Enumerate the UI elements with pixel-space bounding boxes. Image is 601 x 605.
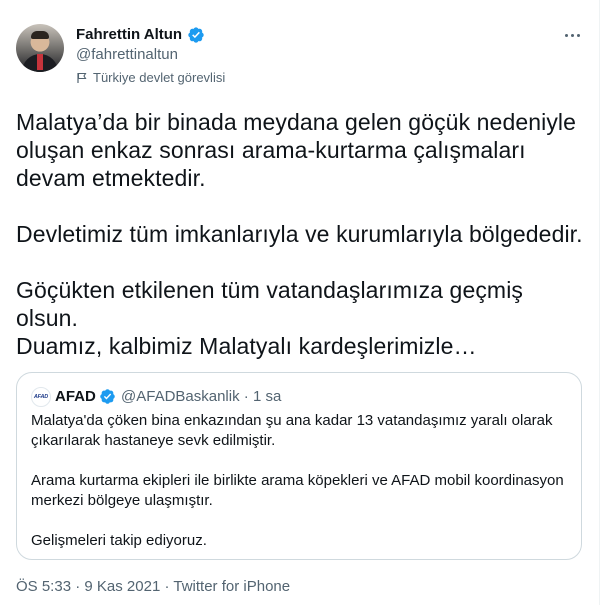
tweet-line: olsun. [16,305,78,331]
quoted-line: Arama kurtarma ekipleri ile birlikte ara… [31,472,564,489]
verified-badge-icon [100,389,115,404]
afad-logo-icon: AFAD [31,387,51,407]
quoted-author-name: AFAD [55,388,96,405]
avatar-hair [31,31,49,39]
flag-icon [77,72,87,83]
tweet-line: Devletimiz tüm imkanlarıyla ve kurumları… [16,221,583,247]
quoted-handle: @AFADBaskanlik [121,388,240,405]
tweet-source[interactable]: Twitter for iPhone [173,578,290,595]
more-options-icon[interactable] [562,28,582,42]
author-avatar[interactable] [16,24,64,72]
quoted-time: 1 sa [252,388,282,405]
tweet-line: devam etmektedir. [16,165,206,191]
tweet-line: Duamız, kalbimiz Malatyalı kardeşlerimiz… [16,333,477,359]
quoted-meta: @AFADBaskanlik · 1 sa [121,388,281,405]
quoted-tweet[interactable]: AFAD AFAD @AFADBaskanlik · 1 sa Malatya'… [16,372,582,560]
tweet-line: Malatya’da bir binada meydana gelen göçü… [16,109,577,135]
tweet-line: oluşan enkaz sonrası arama-kurtarma çalı… [16,137,526,163]
avatar-tie [37,54,43,70]
quoted-line: merkezi bölgeye ulaşmıştır. [31,492,213,509]
tweet-line: Göçükten etkilenen tüm vatandaşlarımıza … [16,277,524,303]
author-handle[interactable]: @fahrettinaltun [76,46,178,63]
tweet-card: Fahrettin Altun @fahrettinaltun Türkiye … [0,0,600,605]
tweet-text: Malatya’da bir binada meydana gelen göçü… [16,108,586,360]
quoted-line: çıkarılarak hastaneye sevk edilmiştir. [31,432,276,449]
tweet-footer: ÖS 5:33 · 9 Kas 2021 · Twitter for iPhon… [16,578,290,595]
author-name[interactable]: Fahrettin Altun [76,26,182,43]
government-label[interactable]: Türkiye devlet görevlisi [76,70,225,85]
verified-badge-icon [188,27,204,43]
quoted-line: Gelişmeleri takip ediyoruz. [31,532,207,549]
quoted-text: Malatya'da çöken bina enkazından şu ana … [31,411,571,551]
government-label-text: Türkiye devlet görevlisi [93,70,226,85]
tweet-timestamp[interactable]: ÖS 5:33 · 9 Kas 2021 [16,578,160,595]
footer-separator: · [164,578,170,595]
meta-separator: · [243,388,249,405]
quoted-line: Malatya'da çöken bina enkazından şu ana … [31,412,553,429]
